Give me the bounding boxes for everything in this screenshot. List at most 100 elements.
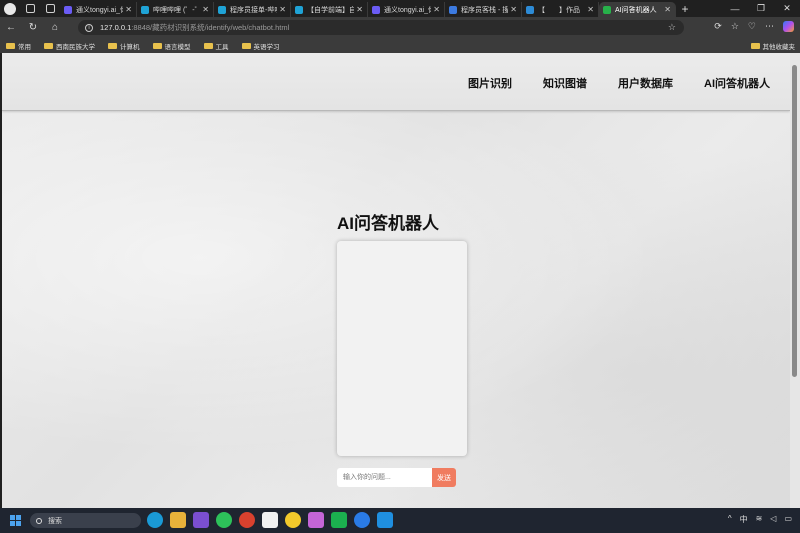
start-button[interactable] [10,515,21,526]
folder-icon [108,42,117,49]
favorites-icon[interactable]: ☆ [731,21,739,32]
ime-indicator[interactable]: 中 [740,514,748,525]
tab-close-icon[interactable]: ✕ [356,5,363,14]
tab-list: 通义tongyi.ai_你的✕哔哩哔哩 (゜-゜)つ✕程序员接单-哔哩✕【自学前… [60,0,676,17]
tray-chevron-icon[interactable]: ^ [728,514,732,525]
close-window-button[interactable]: ✕ [774,3,800,14]
maximize-button[interactable]: ❐ [748,3,774,14]
tabs-icon [45,4,55,13]
minimize-button[interactable]: — [722,4,748,14]
pinned-apps [147,512,393,528]
search-icon [36,517,42,524]
folder-icon [152,42,162,49]
tab-close-icon[interactable]: ✕ [664,5,671,14]
address-bar[interactable]: i 127.0.0.1 :8848/藏药材识别系统/identify/web/c… [78,20,684,35]
site-info-icon[interactable]: i [85,23,93,32]
browser-toolbar: ← ↻ ⌂ i 127.0.0.1 :8848/藏药材识别系统/identify… [0,17,800,38]
bookmark-label: 常用 [18,43,31,51]
tab-label: 程序员接单-哔哩 [230,6,278,14]
chrome-canary-icon[interactable] [285,512,301,528]
tab-label: 通义tongyi.ai_你的 [384,6,431,14]
page-scrollbar[interactable] [790,53,800,508]
tab-label: AI问答机器人 [615,6,657,14]
profile-button[interactable] [0,0,20,17]
wifi-icon[interactable]: ≋ [756,514,763,525]
other-bookmarks-label: 其他收藏夹 [762,43,796,51]
bookmark-folder[interactable]: 西南民族大学 [44,41,95,51]
nav-link[interactable]: AI问答机器人 [704,75,770,91]
tab-favicon-icon [64,5,72,14]
favorite-star-icon[interactable]: ☆ [668,22,676,33]
tab-label: 哔哩哔哩 (゜-゜)つ [153,6,200,14]
browser-essentials-icon[interactable]: ♡ [748,21,756,32]
folder-icon [203,42,213,49]
tab-favicon-icon [141,5,149,14]
browser-tab[interactable]: 通义tongyi.ai_你的✕ [368,2,445,17]
nav-link[interactable]: 用户数据库 [618,75,673,91]
bookmark-folder[interactable]: 常用 [6,41,31,51]
browser-tab[interactable]: AI问答机器人 ✕ [599,2,676,17]
bookmark-folder[interactable]: 语言模型 [152,41,191,51]
bookmark-label: 语言模型 [164,43,191,51]
battery-icon[interactable]: ▭ [784,514,792,525]
send-button[interactable]: 发送 [432,468,456,487]
nav-link[interactable]: 知识图谱 [543,75,587,91]
copilot-icon[interactable] [783,21,794,32]
chat-app-icon[interactable] [308,512,324,528]
browser-tab[interactable]: 通义tongyi.ai_你的✕ [60,2,137,17]
window-controls: — ❐ ✕ [722,0,800,17]
edge-app-icon[interactable] [147,512,163,528]
tab-close-icon[interactable]: ✕ [125,5,132,14]
profile-avatar-icon [4,2,16,15]
tab-favicon-icon [449,5,457,14]
weibo-icon[interactable] [239,512,255,528]
hbuilder-icon[interactable] [331,512,347,528]
browser-tab[interactable]: 程序员客栈 - 搜索✕ [445,2,522,17]
chat-title: AI问答机器人 [337,214,439,233]
refresh-button[interactable]: ↻ [22,22,44,33]
bookmark-folder[interactable]: 工具 [203,41,229,51]
volume-icon[interactable]: ◁ [770,514,776,525]
tab-actions-button[interactable] [20,0,40,17]
question-input[interactable] [337,468,432,487]
bookmark-folder[interactable]: 计算机 [108,41,140,51]
tab-close-icon[interactable]: ✕ [433,5,440,14]
tab-close-icon[interactable]: ✕ [202,5,209,14]
browser-tab[interactable]: 【自学前端】自动✕ [291,2,368,17]
taskbar-search[interactable]: 搜索 [30,513,141,528]
vscode-icon[interactable] [377,512,393,528]
browser-tab[interactable]: 哔哩哔哩 (゜-゜)つ✕ [137,2,214,17]
visual-studio-icon[interactable] [193,512,209,528]
bookmark-label: 英语学习 [253,43,280,51]
browser-tab[interactable]: 【 】作品 ✕ [522,2,599,17]
browser-tab-strip: 通义tongyi.ai_你的✕哔哩哔哩 (゜-゜)つ✕程序员接单-哔哩✕【自学前… [0,0,800,17]
more-menu-icon[interactable]: ⋯ [765,21,774,32]
site-header: 图片识别 知识图谱 用户数据库 AI问答机器人 [2,53,790,111]
tab-close-icon[interactable]: ✕ [587,5,594,14]
tab-favicon-icon [218,5,226,14]
home-button[interactable]: ⌂ [44,22,66,33]
notion-icon[interactable] [262,512,278,528]
other-bookmarks[interactable]: 其他收藏夹 [750,41,796,51]
tab-close-icon[interactable]: ✕ [510,5,517,14]
back-button[interactable]: ← [0,22,22,33]
bookmark-folder[interactable]: 英语学习 [241,41,280,51]
nav-link[interactable]: 图片识别 [468,75,512,91]
chat-message-area[interactable] [337,241,467,456]
page-viewport: 图片识别 知识图谱 用户数据库 AI问答机器人 AI问答机器人 发送 [2,53,790,508]
workspaces-icon [25,4,35,13]
tab-close-icon[interactable]: ✕ [279,5,286,14]
tab-favicon-icon [295,5,303,14]
scrollbar-thumb[interactable] [792,65,797,377]
file-explorer-icon[interactable] [170,512,186,528]
browser-tab[interactable]: 程序员接单-哔哩 ✕ [214,2,291,17]
vertical-tabs-button[interactable] [40,0,60,17]
taskbar: 搜索 ^ 中 ≋ ◁ ▭ [0,508,800,533]
bookmark-label: 西南民族大学 [56,43,95,51]
extensions-icon[interactable]: ⟳ [714,21,722,32]
wechat-icon[interactable] [216,512,232,528]
tab-label: 通义tongyi.ai_你的 [76,6,123,14]
taskbar-search-label: 搜索 [48,517,62,525]
browser-app-icon[interactable] [354,512,370,528]
new-tab-button[interactable]: + [676,2,694,16]
